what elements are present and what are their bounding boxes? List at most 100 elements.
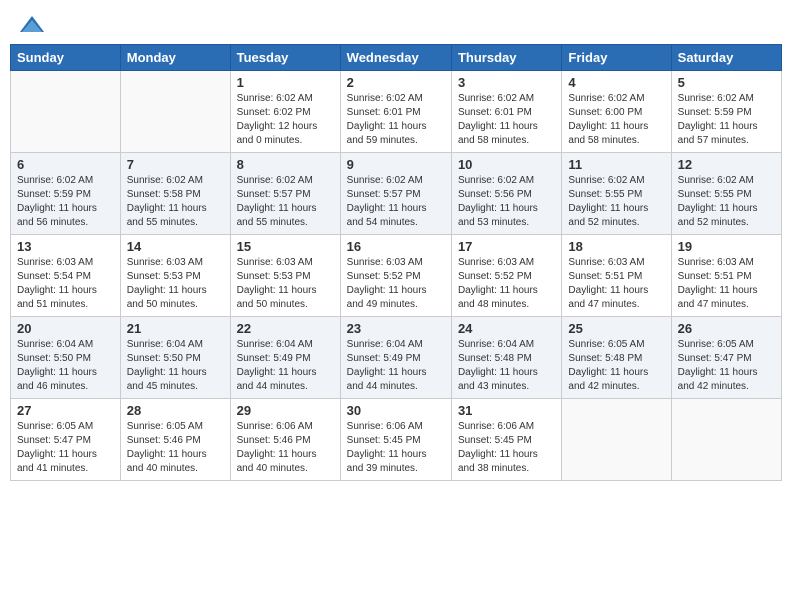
day-number: 14 xyxy=(127,239,224,254)
calendar-cell: 20 Sunrise: 6:04 AM Sunset: 5:50 PM Dayli… xyxy=(11,317,121,399)
day-number: 12 xyxy=(678,157,775,172)
calendar-cell xyxy=(120,71,230,153)
day-number: 2 xyxy=(347,75,445,90)
day-number: 6 xyxy=(17,157,114,172)
day-number: 21 xyxy=(127,321,224,336)
calendar-week-row: 6 Sunrise: 6:02 AM Sunset: 5:59 PM Daylig… xyxy=(11,153,782,235)
day-number: 17 xyxy=(458,239,555,254)
weekday-header-thursday: Thursday xyxy=(451,45,561,71)
day-number: 25 xyxy=(568,321,664,336)
logo-icon xyxy=(18,14,46,34)
weekday-header-monday: Monday xyxy=(120,45,230,71)
day-info: Sunrise: 6:03 AM Sunset: 5:53 PM Dayligh… xyxy=(237,256,334,312)
calendar-cell xyxy=(671,399,781,481)
day-info: Sunrise: 6:02 AM Sunset: 6:01 PM Dayligh… xyxy=(347,92,445,148)
day-info: Sunrise: 6:02 AM Sunset: 5:55 PM Dayligh… xyxy=(678,174,775,230)
day-number: 16 xyxy=(347,239,445,254)
day-info: Sunrise: 6:06 AM Sunset: 5:46 PM Dayligh… xyxy=(237,420,334,476)
weekday-header-tuesday: Tuesday xyxy=(230,45,340,71)
day-number: 13 xyxy=(17,239,114,254)
day-number: 24 xyxy=(458,321,555,336)
day-number: 4 xyxy=(568,75,664,90)
calendar-cell: 22 Sunrise: 6:04 AM Sunset: 5:49 PM Dayli… xyxy=(230,317,340,399)
day-number: 5 xyxy=(678,75,775,90)
calendar-cell: 28 Sunrise: 6:05 AM Sunset: 5:46 PM Dayli… xyxy=(120,399,230,481)
calendar-cell: 30 Sunrise: 6:06 AM Sunset: 5:45 PM Dayli… xyxy=(340,399,451,481)
calendar-cell: 13 Sunrise: 6:03 AM Sunset: 5:54 PM Dayli… xyxy=(11,235,121,317)
day-number: 7 xyxy=(127,157,224,172)
calendar-cell: 25 Sunrise: 6:05 AM Sunset: 5:48 PM Dayli… xyxy=(562,317,671,399)
calendar-week-row: 27 Sunrise: 6:05 AM Sunset: 5:47 PM Dayli… xyxy=(11,399,782,481)
calendar-cell xyxy=(562,399,671,481)
page-header xyxy=(10,10,782,38)
day-info: Sunrise: 6:02 AM Sunset: 5:59 PM Dayligh… xyxy=(17,174,114,230)
day-number: 31 xyxy=(458,403,555,418)
day-number: 11 xyxy=(568,157,664,172)
day-info: Sunrise: 6:04 AM Sunset: 5:50 PM Dayligh… xyxy=(127,338,224,394)
day-info: Sunrise: 6:02 AM Sunset: 6:01 PM Dayligh… xyxy=(458,92,555,148)
day-info: Sunrise: 6:02 AM Sunset: 6:00 PM Dayligh… xyxy=(568,92,664,148)
day-info: Sunrise: 6:02 AM Sunset: 5:57 PM Dayligh… xyxy=(237,174,334,230)
weekday-header-friday: Friday xyxy=(562,45,671,71)
day-info: Sunrise: 6:03 AM Sunset: 5:54 PM Dayligh… xyxy=(17,256,114,312)
day-info: Sunrise: 6:05 AM Sunset: 5:46 PM Dayligh… xyxy=(127,420,224,476)
calendar-cell: 24 Sunrise: 6:04 AM Sunset: 5:48 PM Dayli… xyxy=(451,317,561,399)
day-number: 8 xyxy=(237,157,334,172)
calendar-cell: 9 Sunrise: 6:02 AM Sunset: 5:57 PM Daylig… xyxy=(340,153,451,235)
calendar-cell: 5Sunrise: 6:02 AM Sunset: 5:59 PM Daylig… xyxy=(671,71,781,153)
day-info: Sunrise: 6:06 AM Sunset: 5:45 PM Dayligh… xyxy=(347,420,445,476)
day-info: Sunrise: 6:02 AM Sunset: 6:02 PM Dayligh… xyxy=(237,92,334,148)
day-number: 27 xyxy=(17,403,114,418)
day-number: 26 xyxy=(678,321,775,336)
day-info: Sunrise: 6:02 AM Sunset: 5:58 PM Dayligh… xyxy=(127,174,224,230)
calendar-cell: 16Sunrise: 6:03 AM Sunset: 5:52 PM Dayli… xyxy=(340,235,451,317)
day-number: 3 xyxy=(458,75,555,90)
calendar-cell: 21 Sunrise: 6:04 AM Sunset: 5:50 PM Dayli… xyxy=(120,317,230,399)
day-number: 15 xyxy=(237,239,334,254)
day-number: 23 xyxy=(347,321,445,336)
calendar-cell: 27 Sunrise: 6:05 AM Sunset: 5:47 PM Dayli… xyxy=(11,399,121,481)
weekday-header-saturday: Saturday xyxy=(671,45,781,71)
day-info: Sunrise: 6:03 AM Sunset: 5:51 PM Dayligh… xyxy=(678,256,775,312)
day-number: 9 xyxy=(347,157,445,172)
day-info: Sunrise: 6:02 AM Sunset: 5:55 PM Dayligh… xyxy=(568,174,664,230)
calendar-cell: 6 Sunrise: 6:02 AM Sunset: 5:59 PM Daylig… xyxy=(11,153,121,235)
day-info: Sunrise: 6:02 AM Sunset: 5:56 PM Dayligh… xyxy=(458,174,555,230)
day-info: Sunrise: 6:02 AM Sunset: 5:57 PM Dayligh… xyxy=(347,174,445,230)
calendar-table: SundayMondayTuesdayWednesdayThursdayFrid… xyxy=(10,44,782,481)
weekday-header-wednesday: Wednesday xyxy=(340,45,451,71)
day-number: 10 xyxy=(458,157,555,172)
calendar-cell: 12 Sunrise: 6:02 AM Sunset: 5:55 PM Dayli… xyxy=(671,153,781,235)
day-info: Sunrise: 6:04 AM Sunset: 5:50 PM Dayligh… xyxy=(17,338,114,394)
day-info: Sunrise: 6:05 AM Sunset: 5:47 PM Dayligh… xyxy=(678,338,775,394)
calendar-cell: 26 Sunrise: 6:05 AM Sunset: 5:47 PM Dayli… xyxy=(671,317,781,399)
calendar-cell: 31 Sunrise: 6:06 AM Sunset: 5:45 PM Dayli… xyxy=(451,399,561,481)
day-number: 28 xyxy=(127,403,224,418)
day-number: 20 xyxy=(17,321,114,336)
calendar-week-row: 13 Sunrise: 6:03 AM Sunset: 5:54 PM Dayli… xyxy=(11,235,782,317)
day-info: Sunrise: 6:05 AM Sunset: 5:48 PM Dayligh… xyxy=(568,338,664,394)
calendar-week-row: 20 Sunrise: 6:04 AM Sunset: 5:50 PM Dayli… xyxy=(11,317,782,399)
day-info: Sunrise: 6:04 AM Sunset: 5:49 PM Dayligh… xyxy=(237,338,334,394)
calendar-cell: 19 Sunrise: 6:03 AM Sunset: 5:51 PM Dayli… xyxy=(671,235,781,317)
calendar-cell: 8 Sunrise: 6:02 AM Sunset: 5:57 PM Daylig… xyxy=(230,153,340,235)
day-number: 19 xyxy=(678,239,775,254)
calendar-cell: 4 Sunrise: 6:02 AM Sunset: 6:00 PM Daylig… xyxy=(562,71,671,153)
calendar-cell: 29 Sunrise: 6:06 AM Sunset: 5:46 PM Dayli… xyxy=(230,399,340,481)
logo xyxy=(18,14,50,34)
calendar-cell: 15 Sunrise: 6:03 AM Sunset: 5:53 PM Dayli… xyxy=(230,235,340,317)
weekday-header-row: SundayMondayTuesdayWednesdayThursdayFrid… xyxy=(11,45,782,71)
calendar-cell: 2 Sunrise: 6:02 AM Sunset: 6:01 PM Daylig… xyxy=(340,71,451,153)
day-info: Sunrise: 6:06 AM Sunset: 5:45 PM Dayligh… xyxy=(458,420,555,476)
day-number: 29 xyxy=(237,403,334,418)
calendar-cell: 10 Sunrise: 6:02 AM Sunset: 5:56 PM Dayli… xyxy=(451,153,561,235)
day-number: 22 xyxy=(237,321,334,336)
day-number: 30 xyxy=(347,403,445,418)
calendar-cell: 11 Sunrise: 6:02 AM Sunset: 5:55 PM Dayli… xyxy=(562,153,671,235)
day-info: Sunrise: 6:03 AM Sunset: 5:51 PM Dayligh… xyxy=(568,256,664,312)
day-info: Sunrise: 6:05 AM Sunset: 5:47 PM Dayligh… xyxy=(17,420,114,476)
calendar-cell: 14Sunrise: 6:03 AM Sunset: 5:53 PM Dayli… xyxy=(120,235,230,317)
weekday-header-sunday: Sunday xyxy=(11,45,121,71)
day-info: Sunrise: 6:04 AM Sunset: 5:48 PM Dayligh… xyxy=(458,338,555,394)
calendar-cell xyxy=(11,71,121,153)
